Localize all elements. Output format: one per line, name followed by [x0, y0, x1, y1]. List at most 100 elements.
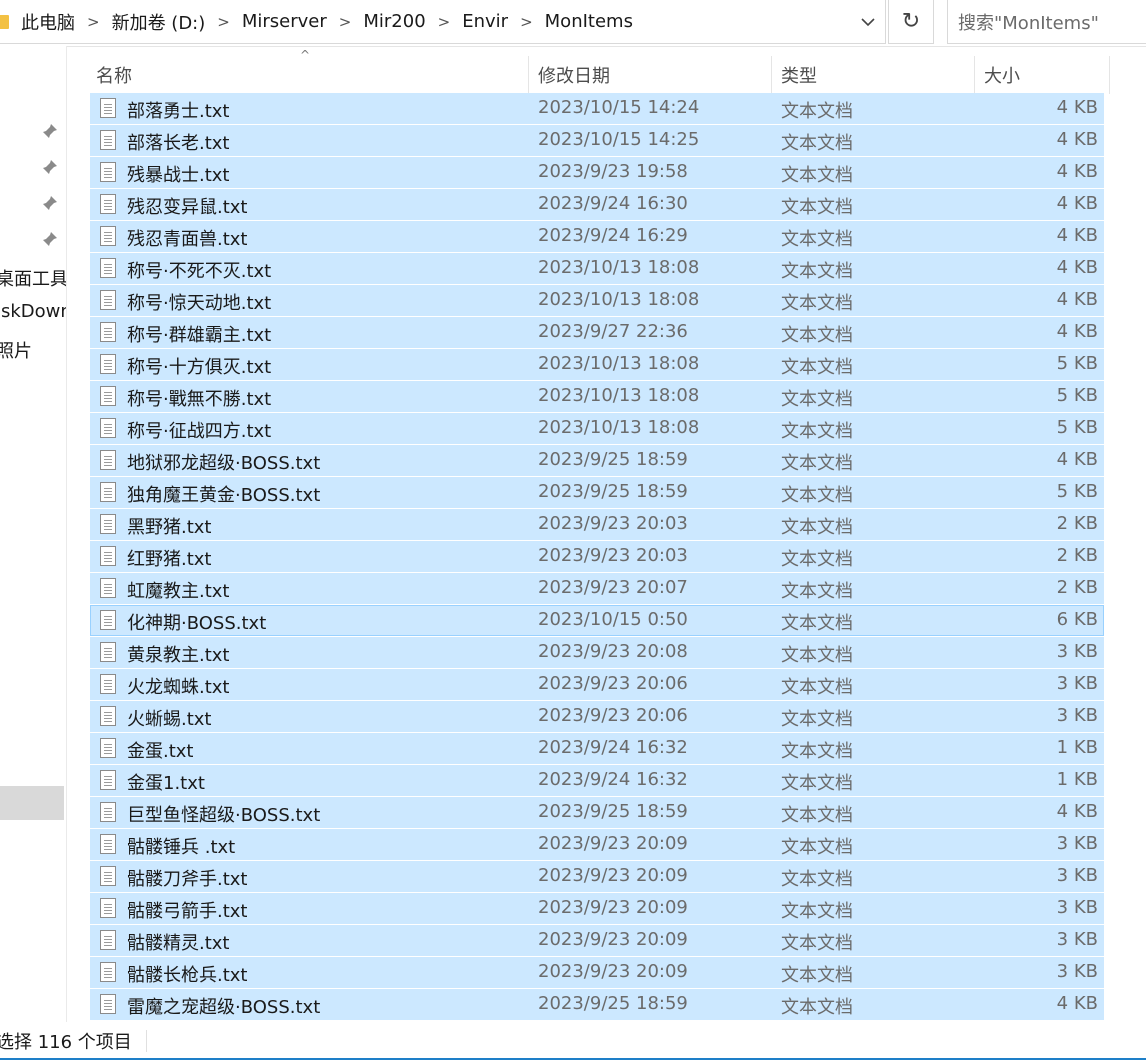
- file-name: 称号·不死不灭.txt: [127, 261, 272, 282]
- column-header-name[interactable]: 名称: [90, 56, 529, 94]
- column-header-type[interactable]: 类型: [775, 56, 975, 94]
- refresh-button[interactable]: ↻: [888, 0, 934, 44]
- file-type: 文本文档: [781, 389, 853, 410]
- file-modified-date: 2023/9/23 20:06: [538, 705, 688, 726]
- file-row[interactable]: 部落长老.txt 2023/10/15 14:25 文本文档 4 KB: [90, 125, 1104, 156]
- chevron-right-icon[interactable]: >: [339, 13, 352, 31]
- file-row[interactable]: 骷髅锤兵 .txt 2023/9/23 20:09 文本文档 3 KB: [90, 829, 1104, 860]
- address-bar[interactable]: 此电脑 > 新加卷 (D:) > Mirserver > Mir200 > En…: [0, 0, 886, 44]
- file-row[interactable]: 残忍变异鼠.txt 2023/9/24 16:30 文本文档 4 KB: [90, 189, 1104, 220]
- file-type: 文本文档: [781, 485, 853, 506]
- file-size: 3 KB: [1056, 833, 1098, 854]
- file-row[interactable]: 虹魔教主.txt 2023/9/23 20:07 文本文档 2 KB: [90, 573, 1104, 604]
- breadcrumb-mir200[interactable]: Mir200: [363, 11, 425, 32]
- file-modified-date: 2023/9/23 20:03: [538, 513, 688, 534]
- chevron-right-icon[interactable]: >: [87, 13, 100, 31]
- text-file-icon: [100, 834, 116, 854]
- file-row[interactable]: 黄泉教主.txt 2023/9/23 20:08 文本文档 3 KB: [90, 637, 1104, 668]
- file-type: 文本文档: [781, 645, 853, 666]
- breadcrumb-drive-d[interactable]: 新加卷 (D:): [112, 9, 206, 35]
- search-input[interactable]: 搜索"MonItems": [947, 0, 1146, 44]
- file-size: 4 KB: [1056, 321, 1098, 342]
- file-row[interactable]: 称号·十方俱灭.txt 2023/10/13 18:08 文本文档 5 KB: [90, 349, 1104, 380]
- file-row[interactable]: 骷髅长枪兵.txt 2023/9/23 20:09 文本文档 3 KB: [90, 957, 1104, 988]
- file-row[interactable]: 残忍青面兽.txt 2023/9/24 16:29 文本文档 4 KB: [90, 221, 1104, 252]
- column-header-date[interactable]: 修改日期: [532, 56, 772, 94]
- text-file-icon: [100, 162, 116, 182]
- text-file-icon: [100, 418, 116, 438]
- file-size: 5 KB: [1056, 385, 1098, 406]
- pin-icon[interactable]: [42, 159, 58, 175]
- status-divider: [146, 1030, 147, 1052]
- file-row[interactable]: 火龙蜘蛛.txt 2023/9/23 20:06 文本文档 3 KB: [90, 669, 1104, 700]
- column-header-size[interactable]: 大小: [978, 56, 1110, 94]
- file-row[interactable]: 部落勇士.txt 2023/10/15 14:24 文本文档 4 KB: [90, 93, 1104, 124]
- chevron-right-icon[interactable]: >: [217, 13, 230, 31]
- file-type: 文本文档: [781, 357, 853, 378]
- text-file-icon: [100, 802, 116, 822]
- file-size: 4 KB: [1056, 193, 1098, 214]
- chevron-right-icon[interactable]: >: [438, 13, 451, 31]
- breadcrumb-mirserver[interactable]: Mirserver: [242, 11, 327, 32]
- file-row[interactable]: 残暴战士.txt 2023/9/23 19:58 文本文档 4 KB: [90, 157, 1104, 188]
- file-row[interactable]: 化神期·BOSS.txt 2023/10/15 0:50 文本文档 6 KB: [90, 605, 1104, 636]
- chevron-right-icon[interactable]: >: [520, 13, 533, 31]
- file-row[interactable]: 火蜥蜴.txt 2023/9/23 20:06 文本文档 3 KB: [90, 701, 1104, 732]
- pin-icon[interactable]: [42, 123, 58, 139]
- file-type: 文本文档: [781, 549, 853, 570]
- file-type: 文本文档: [781, 229, 853, 250]
- text-file-icon: [100, 930, 116, 950]
- pin-icon[interactable]: [42, 231, 58, 247]
- breadcrumb-monitems[interactable]: MonItems: [545, 11, 633, 32]
- file-row[interactable]: 地狱邪龙超级·BOSS.txt 2023/9/25 18:59 文本文档 4 KB: [90, 445, 1104, 476]
- file-size: 4 KB: [1056, 801, 1098, 822]
- nav-item-desktop-tools[interactable]: 桌面工具: [0, 265, 66, 291]
- file-type: 文本文档: [781, 293, 853, 314]
- address-history-dropdown[interactable]: [851, 0, 885, 44]
- file-modified-date: 2023/10/15 14:25: [538, 129, 700, 150]
- pin-icon[interactable]: [42, 195, 58, 211]
- file-row[interactable]: 称号·不死不灭.txt 2023/10/13 18:08 文本文档 4 KB: [90, 253, 1104, 284]
- file-modified-date: 2023/9/23 20:09: [538, 929, 688, 950]
- breadcrumb-envir[interactable]: Envir: [462, 11, 508, 32]
- text-file-icon: [100, 546, 116, 566]
- file-name: 黄泉教主.txt: [127, 645, 230, 666]
- nav-item-selected[interactable]: [0, 786, 64, 820]
- text-file-icon: [100, 194, 116, 214]
- file-modified-date: 2023/9/25 18:59: [538, 801, 688, 822]
- file-row[interactable]: 金蛋.txt 2023/9/24 16:32 文本文档 1 KB: [90, 733, 1104, 764]
- file-size: 4 KB: [1056, 257, 1098, 278]
- file-row[interactable]: 称号·戰無不勝.txt 2023/10/13 18:08 文本文档 5 KB: [90, 381, 1104, 412]
- file-name: 称号·群雄霸主.txt: [127, 325, 272, 346]
- file-size: 4 KB: [1056, 161, 1098, 182]
- file-row[interactable]: 称号·群雄霸主.txt 2023/9/27 22:36 文本文档 4 KB: [90, 317, 1104, 348]
- file-modified-date: 2023/9/23 19:58: [538, 161, 688, 182]
- file-modified-date: 2023/10/13 18:08: [538, 289, 700, 310]
- file-row[interactable]: 称号·惊天动地.txt 2023/10/13 18:08 文本文档 4 KB: [90, 285, 1104, 316]
- file-row[interactable]: 独角魔王黄金·BOSS.txt 2023/9/25 18:59 文本文档 5 KB: [90, 477, 1104, 508]
- file-name: 雷魔之宠超级·BOSS.txt: [127, 997, 321, 1018]
- file-row[interactable]: 骷髅精灵.txt 2023/9/23 20:09 文本文档 3 KB: [90, 925, 1104, 956]
- file-row[interactable]: 称号·征战四方.txt 2023/10/13 18:08 文本文档 5 KB: [90, 413, 1104, 444]
- file-row[interactable]: 雷魔之宠超级·BOSS.txt 2023/9/25 18:59 文本文档 4 KB: [90, 989, 1104, 1020]
- nav-item-photos[interactable]: 照片: [0, 337, 32, 363]
- file-modified-date: 2023/9/24 16:30: [538, 193, 688, 214]
- file-row[interactable]: 金蛋1.txt 2023/9/24 16:32 文本文档 1 KB: [90, 765, 1104, 796]
- file-row[interactable]: 骷髅刀斧手.txt 2023/9/23 20:09 文本文档 3 KB: [90, 861, 1104, 892]
- file-row[interactable]: 黑野猪.txt 2023/9/23 20:03 文本文档 2 KB: [90, 509, 1104, 540]
- nav-item-diskdown[interactable]: iskDown: [0, 301, 66, 322]
- text-file-icon: [100, 354, 116, 374]
- file-type: 文本文档: [781, 325, 853, 346]
- file-name: 残忍青面兽.txt: [127, 229, 248, 250]
- file-row[interactable]: 骷髅弓箭手.txt 2023/9/23 20:09 文本文档 3 KB: [90, 893, 1104, 924]
- file-row[interactable]: 巨型鱼怪超级·BOSS.txt 2023/9/25 18:59 文本文档 4 KB: [90, 797, 1104, 828]
- text-file-icon: [100, 642, 116, 662]
- file-type: 文本文档: [781, 741, 853, 762]
- column-header-row: ^ 名称 修改日期 类型 大小: [90, 48, 1110, 94]
- file-size: 3 KB: [1056, 897, 1098, 918]
- file-row[interactable]: 红野猪.txt 2023/9/23 20:03 文本文档 2 KB: [90, 541, 1104, 572]
- file-modified-date: 2023/10/13 18:08: [538, 385, 700, 406]
- breadcrumb-this-pc[interactable]: 此电脑: [21, 9, 75, 35]
- file-modified-date: 2023/9/23 20:09: [538, 865, 688, 886]
- file-type: 文本文档: [781, 837, 853, 858]
